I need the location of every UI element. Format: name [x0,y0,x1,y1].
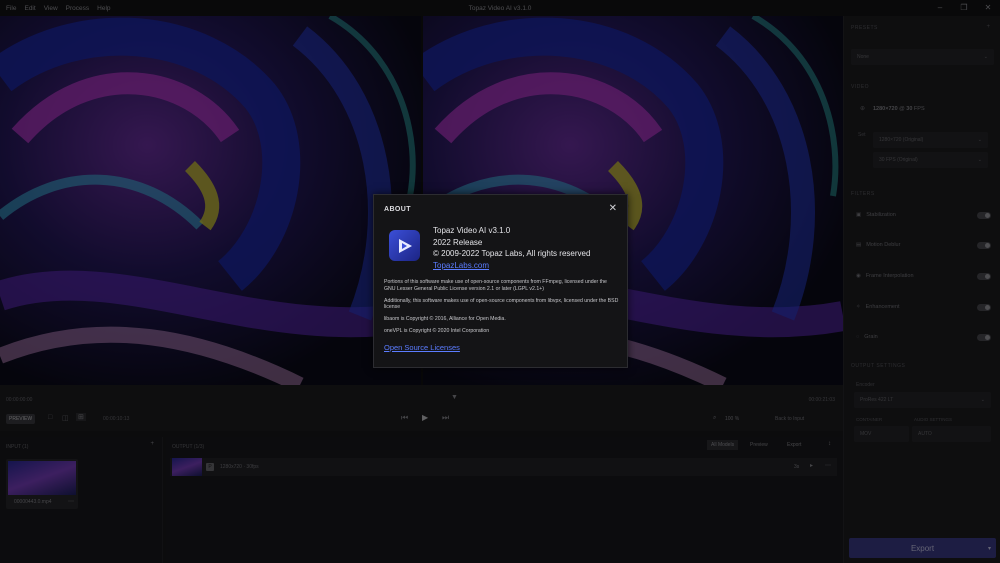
website-link[interactable]: TopazLabs.com [433,261,489,270]
legal-libaom: libaom is Copyright © 2016, Alliance for… [384,316,506,323]
legal-ffmpeg: Portions of this software make use of op… [384,279,607,292]
open-source-licenses-link[interactable]: Open Source Licenses [384,343,460,352]
product-name: Topaz Video AI v3.1.0 [433,226,511,235]
app-window: File Edit View Process Help Topaz Video … [0,0,1000,563]
about-dialog: ABOUT ✕ Topaz Video AI v3.1.0 2022 Relea… [373,194,628,368]
legal-libvpx: Additionally, this software makes use of… [384,297,619,311]
legal-notices: Portions of this software make use of op… [384,279,619,340]
legal-onevpl: oneVPL is Copyright © 2020 Intel Corpora… [384,327,490,334]
about-title: ABOUT [384,206,411,213]
topaz-logo-icon [389,230,420,261]
product-info: Topaz Video AI v3.1.0 2022 Release © 200… [433,225,590,271]
copyright: © 2009-2022 Topaz Labs, All rights reser… [433,249,591,258]
close-icon[interactable]: ✕ [609,203,617,214]
release-name: 2022 Release [433,237,483,247]
